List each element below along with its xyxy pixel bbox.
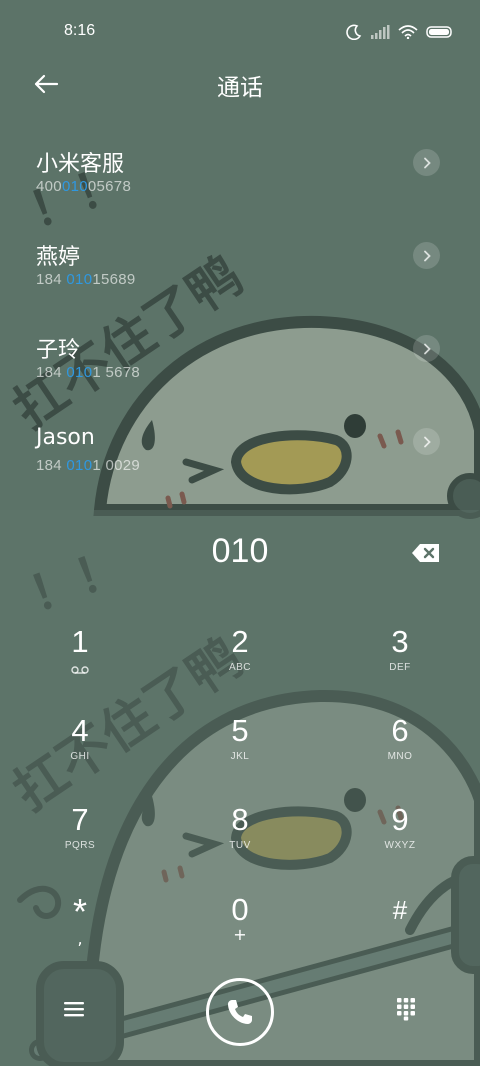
list-item[interactable]: 子玲 184 0101 5678 xyxy=(0,304,480,397)
key-7[interactable]: 7 PQRS xyxy=(20,802,140,880)
contact-details-button[interactable] xyxy=(413,149,440,176)
signal-icon xyxy=(371,25,390,39)
key-3[interactable]: 3 DEF xyxy=(340,624,460,702)
contact-details-button[interactable] xyxy=(413,335,440,362)
moon-icon xyxy=(346,24,362,40)
voicemail-icon xyxy=(71,666,89,674)
chevron-right-icon xyxy=(423,157,431,168)
contact-number: 184 01015689 xyxy=(36,271,136,288)
contact-number: 184 0101 5678 xyxy=(36,364,141,381)
search-results-list: 小米客服 40001005678 燕婷 184 01015689 子玲 184 … xyxy=(0,118,480,490)
battery-icon xyxy=(426,26,452,38)
page-title: 通话 xyxy=(217,75,263,101)
contact-name: 燕婷 xyxy=(36,245,81,270)
key-1[interactable]: 1 xyxy=(20,624,140,702)
status-icons xyxy=(346,22,454,42)
contact-details-button[interactable] xyxy=(413,428,440,455)
contact-name: 子玲 xyxy=(36,338,81,363)
key-0[interactable]: 0 + xyxy=(180,892,300,970)
dialpad-icon xyxy=(397,998,415,1021)
key-9[interactable]: 9 WXYZ xyxy=(340,802,460,880)
match-highlight: 010 xyxy=(66,364,93,381)
chevron-right-icon xyxy=(423,343,431,354)
key-4[interactable]: 4 GHI xyxy=(20,713,140,791)
match-highlight: 010 xyxy=(66,271,93,288)
list-item[interactable]: Jason 184 0101 0029 xyxy=(0,397,480,490)
status-bar: 8:16 xyxy=(0,0,480,62)
menu-button[interactable] xyxy=(56,991,92,1027)
top-bar: 通话 xyxy=(0,62,480,106)
chevron-right-icon xyxy=(423,250,431,261)
key-2[interactable]: 2 ABC xyxy=(180,624,300,702)
key-hash[interactable]: # xyxy=(340,892,460,970)
contact-name: Jason xyxy=(36,425,95,450)
list-item[interactable]: 小米客服 40001005678 xyxy=(0,118,480,211)
bottom-bar xyxy=(0,975,480,1047)
status-time: 8:16 xyxy=(64,22,96,39)
key-5[interactable]: 5 JKL xyxy=(180,713,300,791)
match-highlight: 010 xyxy=(61,178,88,195)
phone-icon xyxy=(228,1000,252,1024)
contact-details-button[interactable] xyxy=(413,242,440,269)
backspace-icon xyxy=(412,544,439,562)
key-star[interactable]: * , xyxy=(20,892,140,970)
key-8[interactable]: 8 TUV xyxy=(180,802,300,880)
chevron-right-icon xyxy=(423,436,431,447)
backspace-button[interactable] xyxy=(410,540,442,566)
list-item[interactable]: 燕婷 184 01015689 xyxy=(0,211,480,304)
match-highlight: 010 xyxy=(66,457,93,474)
contact-number: 40001005678 xyxy=(36,178,132,195)
call-button[interactable] xyxy=(206,978,274,1046)
contact-name: 小米客服 xyxy=(36,152,125,177)
dialpad-toggle-button[interactable] xyxy=(390,993,422,1025)
key-6[interactable]: 6 MNO xyxy=(340,713,460,791)
wifi-icon xyxy=(398,25,418,39)
dialed-number: 010 xyxy=(211,532,269,570)
contact-number: 184 0101 0029 xyxy=(36,457,141,474)
menu-icon xyxy=(64,1002,84,1017)
